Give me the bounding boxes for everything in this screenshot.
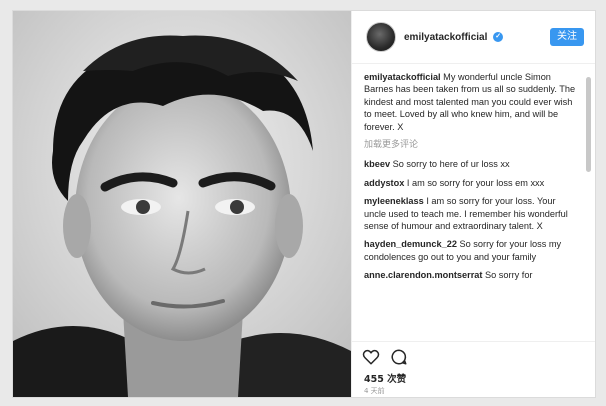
comment-username[interactable]: hayden_demunck_22	[364, 239, 457, 249]
comment-username[interactable]: addystox	[364, 178, 404, 188]
comment-bubble-icon[interactable]	[390, 348, 408, 366]
username-text[interactable]: emilyatackofficial	[404, 32, 487, 43]
portrait-image	[13, 11, 351, 397]
heart-icon[interactable]	[362, 348, 380, 366]
load-more-comments-link[interactable]: 加载更多评论	[364, 139, 580, 151]
post-actions: 455 次赞 4 天前	[352, 341, 595, 397]
comment-item: kbeev So sorry to here of ur loss xx	[364, 158, 580, 170]
post-timestamp: 4 天前	[364, 387, 385, 395]
avatar[interactable]	[366, 22, 396, 52]
comment-item: hayden_demunck_22 So sorry for your loss…	[364, 238, 580, 263]
comment-text: So sorry to here of ur loss xx	[392, 159, 510, 170]
post-photo[interactable]	[13, 11, 351, 397]
action-icons	[362, 348, 408, 366]
comment-item: addystox I am so sorry for your loss em …	[364, 177, 580, 189]
post-card: emilyatackofficial ✓ 关注 emilyatackoffici…	[12, 10, 596, 398]
post-header: emilyatackofficial ✓ 关注	[352, 11, 595, 64]
comments-scrollbar[interactable]	[586, 77, 591, 172]
caption-username[interactable]: emilyatackofficial	[364, 72, 441, 82]
comment-username[interactable]: anne.clarendon.montserrat	[364, 270, 482, 280]
comment-username[interactable]: kbeev	[364, 159, 390, 169]
caption: emilyatackofficial My wonderful uncle Si…	[364, 71, 580, 133]
follow-button[interactable]: 关注	[550, 28, 584, 46]
verified-badge-icon: ✓	[493, 31, 504, 42]
post-side-panel: emilyatackofficial ✓ 关注 emilyatackoffici…	[351, 11, 595, 397]
comment-text: So sorry for	[485, 270, 533, 281]
likes-count[interactable]: 455 次赞	[364, 371, 406, 385]
header-username[interactable]: emilyatackofficial ✓	[404, 31, 504, 43]
comment-text: I am so sorry for your loss em xxx	[406, 177, 545, 188]
comment-item: myleeneklass I am so sorry for your loss…	[364, 195, 580, 232]
comment-username[interactable]: myleeneklass	[364, 196, 424, 206]
comments-list[interactable]: emilyatackofficial My wonderful uncle Si…	[364, 71, 580, 336]
comment-item: anne.clarendon.montserrat So sorry for	[364, 269, 580, 281]
